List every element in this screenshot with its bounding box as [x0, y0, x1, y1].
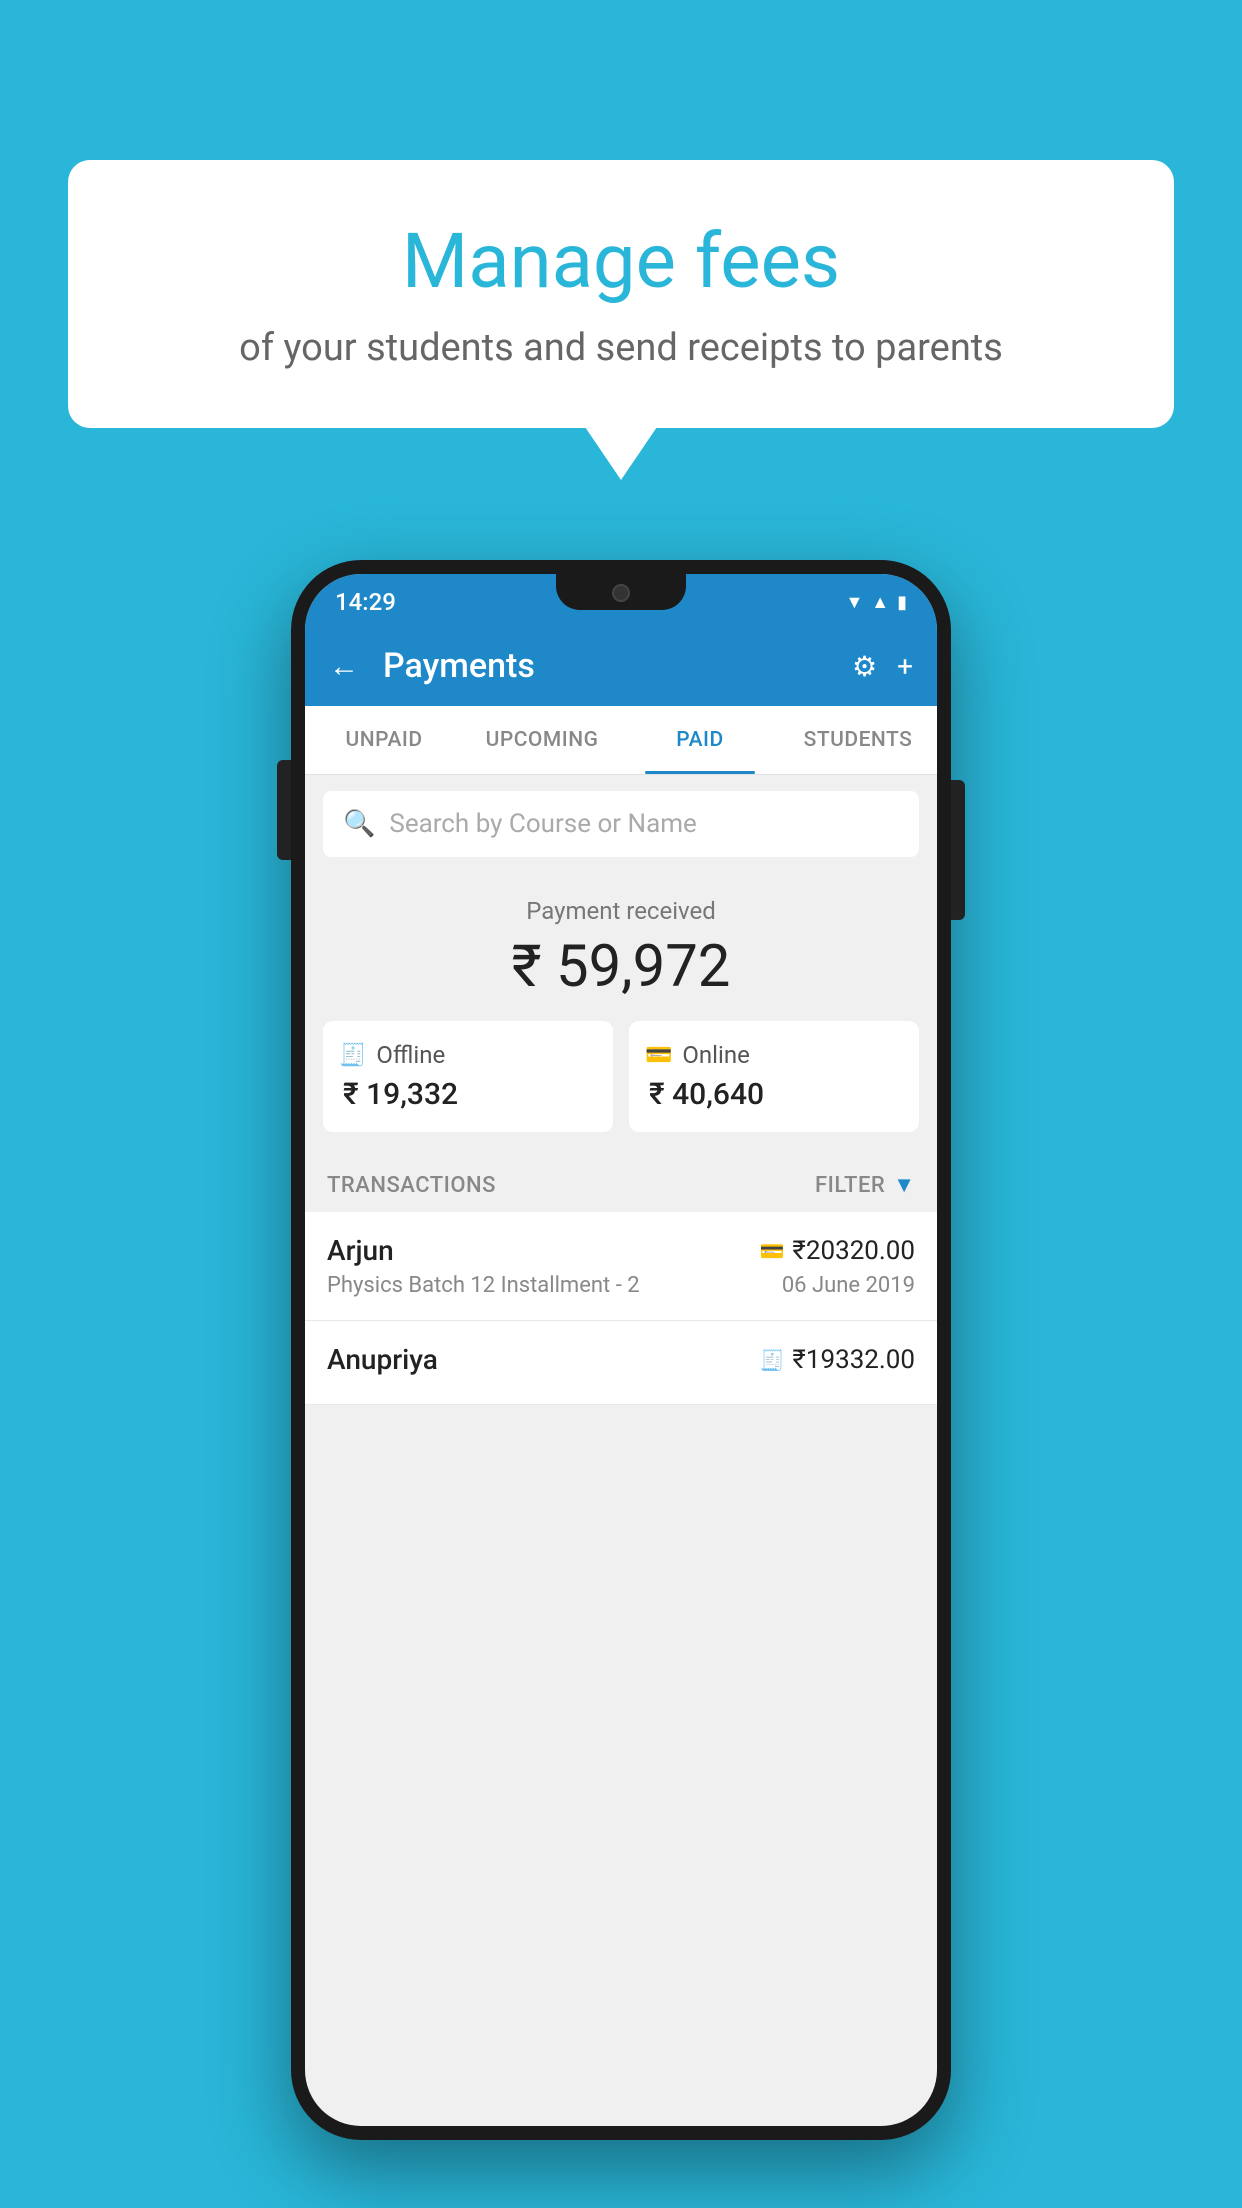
offline-card: 🧾 Offline ₹ 19,332: [323, 1021, 613, 1132]
transaction-amount: ₹19332.00: [792, 1345, 915, 1375]
transaction-name: Anupriya: [327, 1343, 438, 1376]
bubble-title: Manage fees: [118, 220, 1124, 304]
online-label: Online: [682, 1041, 749, 1069]
app-background: Manage fees of your students and send re…: [0, 0, 1242, 2208]
transaction-amount-container: 💳 ₹20320.00: [760, 1236, 916, 1266]
tab-students[interactable]: STUDENTS: [779, 706, 937, 774]
online-amount: ₹ 40,640: [645, 1077, 764, 1112]
offline-label: Offline: [376, 1041, 445, 1069]
transaction-course: Physics Batch 12 Installment - 2: [327, 1273, 640, 1298]
transaction-amount-container: 🧾 ₹19332.00: [760, 1345, 916, 1375]
phone-frame: 14:29 ▼ ▲ ▮ ← Payments ⚙ +: [291, 560, 951, 2140]
transactions-header: TRANSACTIONS FILTER ▼: [305, 1150, 937, 1212]
back-button[interactable]: ←: [329, 649, 359, 684]
wifi-icon: ▼: [845, 592, 863, 613]
online-icon: 💳: [645, 1043, 672, 1068]
filter-container[interactable]: FILTER ▼: [815, 1172, 915, 1198]
phone-notch: [556, 574, 686, 610]
settings-icon[interactable]: ⚙: [852, 650, 877, 683]
offline-icon: 🧾: [339, 1043, 366, 1068]
status-icons: ▼ ▲ ▮: [845, 592, 907, 613]
filter-label: FILTER: [815, 1173, 885, 1198]
filter-icon: ▼: [893, 1172, 915, 1198]
online-card: 💳 Online ₹ 40,640: [629, 1021, 919, 1132]
tabs-container: UNPAID UPCOMING PAID STUDENTS: [305, 706, 937, 775]
table-row[interactable]: Arjun 💳 ₹20320.00 Physics Batch 12 Insta…: [305, 1212, 937, 1321]
search-icon: 🔍: [343, 809, 375, 839]
phone-outer: 14:29 ▼ ▲ ▮ ← Payments ⚙ +: [291, 560, 951, 2140]
table-row[interactable]: Anupriya 🧾 ₹19332.00: [305, 1321, 937, 1405]
payment-label: Payment received: [305, 897, 937, 925]
battery-icon: ▮: [897, 592, 907, 613]
online-payment-icon: 💳: [760, 1239, 785, 1263]
tab-unpaid[interactable]: UNPAID: [305, 706, 463, 774]
speech-bubble: Manage fees of your students and send re…: [68, 160, 1174, 428]
phone-screen: 14:29 ▼ ▲ ▮ ← Payments ⚙ +: [305, 574, 937, 2126]
search-input[interactable]: Search by Course or Name: [389, 809, 696, 839]
transactions-label: TRANSACTIONS: [327, 1173, 496, 1198]
tab-upcoming[interactable]: UPCOMING: [463, 706, 621, 774]
offline-amount: ₹ 19,332: [339, 1077, 458, 1112]
tab-paid[interactable]: PAID: [621, 706, 779, 774]
bubble-subtitle: of your students and send receipts to pa…: [118, 324, 1124, 373]
header-icons: ⚙ +: [852, 650, 913, 683]
search-container: 🔍 Search by Course or Name: [305, 775, 937, 873]
payment-total: ₹ 59,972: [305, 933, 937, 1001]
app-header: ← Payments ⚙ +: [305, 626, 937, 706]
payment-cards: 🧾 Offline ₹ 19,332 💳 Online ₹ 40,640: [305, 1021, 937, 1132]
signal-icon: ▲: [871, 592, 889, 613]
payment-summary: Payment received ₹ 59,972 🧾 Offline ₹ 19…: [305, 873, 937, 1150]
page-title: Payments: [383, 646, 836, 686]
search-box[interactable]: 🔍 Search by Course or Name: [323, 791, 919, 857]
transaction-name: Arjun: [327, 1234, 394, 1267]
transaction-amount: ₹20320.00: [792, 1236, 915, 1266]
add-icon[interactable]: +: [897, 650, 913, 683]
notch-camera: [612, 584, 630, 602]
transaction-date: 06 June 2019: [782, 1273, 915, 1298]
offline-payment-icon: 🧾: [760, 1348, 785, 1372]
status-time: 14:29: [335, 588, 396, 616]
